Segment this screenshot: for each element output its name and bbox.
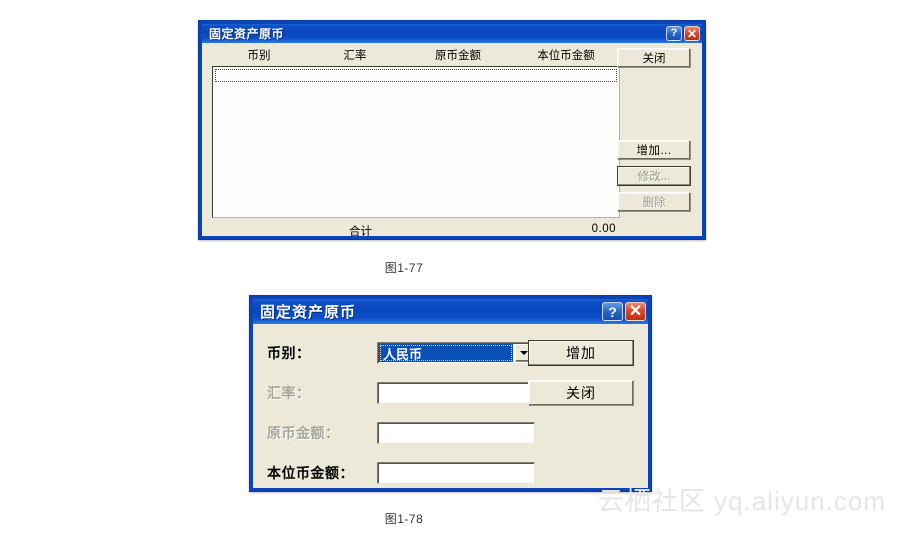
dialog1-titlebar[interactable]: 固定资产原币 ? ✕ (202, 24, 702, 43)
dialog2-body: 币别： 人民币 汇率： 原币金额： 本位币金额： 增加 关闭 (253, 324, 648, 488)
dialog1-title: 固定资产原币 (209, 27, 285, 41)
column-header-orig-amt: 原币金额 (435, 50, 481, 62)
rate-label: 汇率： (267, 385, 311, 401)
currency-listbox[interactable] (212, 66, 620, 218)
listbox-focus-row[interactable] (215, 69, 617, 82)
watermark: 云栖社区 yq.aliyun.com (597, 486, 886, 516)
total-value: 0.00 (591, 223, 616, 235)
figure-caption-1: 图1-77 (384, 261, 424, 275)
column-header-rate: 汇率 (343, 50, 367, 62)
rate-input[interactable] (377, 382, 535, 404)
original-amount-input[interactable] (377, 422, 535, 444)
dialog2-titlebar[interactable]: 固定资产原币 ? ✕ (253, 299, 648, 324)
close-icon[interactable]: ✕ (684, 26, 700, 41)
close-button[interactable]: 关闭 (617, 48, 691, 68)
currency-select[interactable]: 人民币 (377, 342, 535, 364)
form-row-base-amount: 本位币金额： (267, 460, 641, 486)
fixed-asset-currency-entry-window[interactable]: 固定资产原币 ? ✕ 币别： 人民币 汇率： 原币金额： 本位币金额： 增加 关… (249, 295, 652, 492)
column-header-base-amt: 本位币金额 (537, 50, 595, 62)
edit-button: 修改... (617, 166, 691, 186)
table-header-row: 币别 汇率 原币金额 本位币金额 (212, 47, 620, 66)
form-row-original-amount: 原币金额： (267, 420, 641, 446)
currency-label: 币别： (267, 345, 311, 361)
fixed-asset-currency-list-window[interactable]: 固定资产原币 ? ✕ 币别 汇率 原币金额 本位币金额 合计 0.00 关闭 增… (198, 20, 706, 240)
base-amount-input[interactable] (377, 462, 535, 484)
currency-selected-value: 人民币 (379, 344, 513, 362)
dialog1-body: 币别 汇率 原币金额 本位币金额 合计 0.00 关闭 增加... 修改... … (202, 43, 702, 239)
base-amount-label: 本位币金额： (267, 465, 354, 481)
add-button[interactable]: 增加 (528, 340, 634, 366)
column-header-currency: 币别 (247, 50, 271, 62)
dialog1-titlebar-buttons: ? ✕ (666, 26, 700, 41)
total-label: 合计 (349, 226, 373, 238)
original-amount-label: 原币金额： (267, 425, 340, 441)
dialog2-titlebar-buttons: ? ✕ (602, 302, 646, 321)
close-button[interactable]: 关闭 (528, 380, 634, 406)
delete-button: 删除 (617, 192, 691, 212)
help-icon[interactable]: ? (666, 26, 682, 41)
add-button[interactable]: 增加... (617, 140, 691, 160)
close-icon[interactable]: ✕ (625, 302, 646, 321)
total-row: 合计 0.00 (212, 223, 620, 239)
dialog2-title: 固定资产原币 (260, 304, 357, 321)
help-icon[interactable]: ? (602, 302, 623, 321)
currency-table: 币别 汇率 原币金额 本位币金额 (212, 47, 620, 218)
